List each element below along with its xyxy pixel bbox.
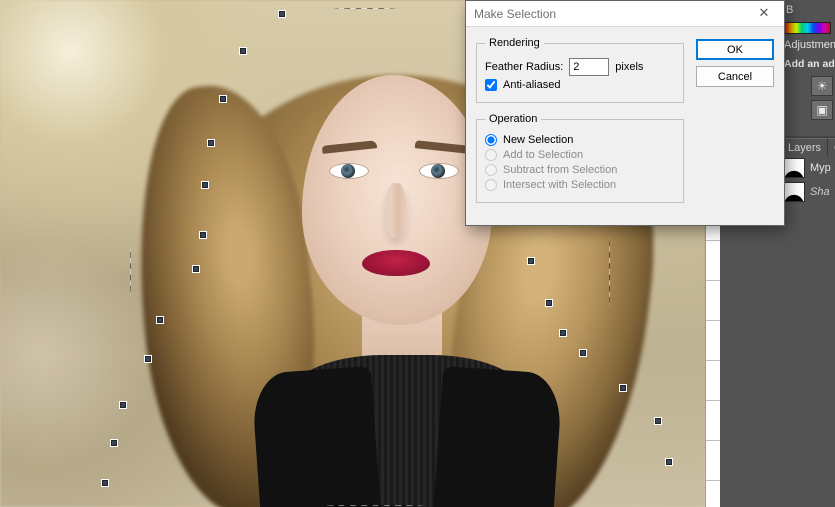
operation-add-label: Add to Selection [503,149,583,161]
dialog-titlebar[interactable]: Make Selection ✕ [466,1,784,27]
tab-layers[interactable]: Layers [782,138,828,156]
layer-row[interactable]: Myp [780,156,835,180]
brightness-icon[interactable]: ☀ [811,76,833,96]
adjustments-panel-label: Adjustment [780,38,835,55]
antialiased-checkbox[interactable] [485,79,497,91]
layer-row[interactable]: Sha [780,180,835,204]
operation-int-radio[interactable] [485,179,497,191]
photo-filter-icon[interactable]: ▣ [811,100,833,120]
color-ramp[interactable] [784,22,831,34]
operation-group: Operation New Selection Add to Selection… [476,113,684,203]
operation-new-radio[interactable] [485,134,497,146]
tab-channels[interactable]: C [828,138,835,156]
operation-new-label: New Selection [503,134,573,146]
dialog-title: Make Selection [474,7,556,21]
antialiased-label: Anti-aliased [503,79,560,91]
right-panel-dock: B Adjustment Add an ad ☀ ▣ Layers C Myp … [780,0,835,507]
operation-legend: Operation [485,113,541,125]
layer-name: Myp [810,162,831,174]
feather-unit: pixels [615,61,643,73]
layer-mask-thumb[interactable] [783,158,805,178]
feather-radius-input[interactable] [569,58,609,76]
color-mode-letter: B [786,4,793,16]
rendering-legend: Rendering [485,37,544,49]
adjustments-hint: Add an ad [780,55,835,74]
operation-add-radio[interactable] [485,149,497,161]
cancel-button[interactable]: Cancel [696,66,774,87]
ok-button[interactable]: OK [696,39,774,60]
make-selection-dialog: Make Selection ✕ Rendering Feather Radiu… [465,0,785,226]
operation-int-label: Intersect with Selection [503,179,616,191]
layer-mask-thumb[interactable] [783,182,805,202]
operation-sub-radio[interactable] [485,164,497,176]
feather-radius-label: Feather Radius: [485,61,563,73]
rendering-group: Rendering Feather Radius: pixels Anti-al… [476,37,684,103]
layer-name: Sha [810,186,830,198]
operation-sub-label: Subtract from Selection [503,164,617,176]
close-icon[interactable]: ✕ [746,3,782,25]
